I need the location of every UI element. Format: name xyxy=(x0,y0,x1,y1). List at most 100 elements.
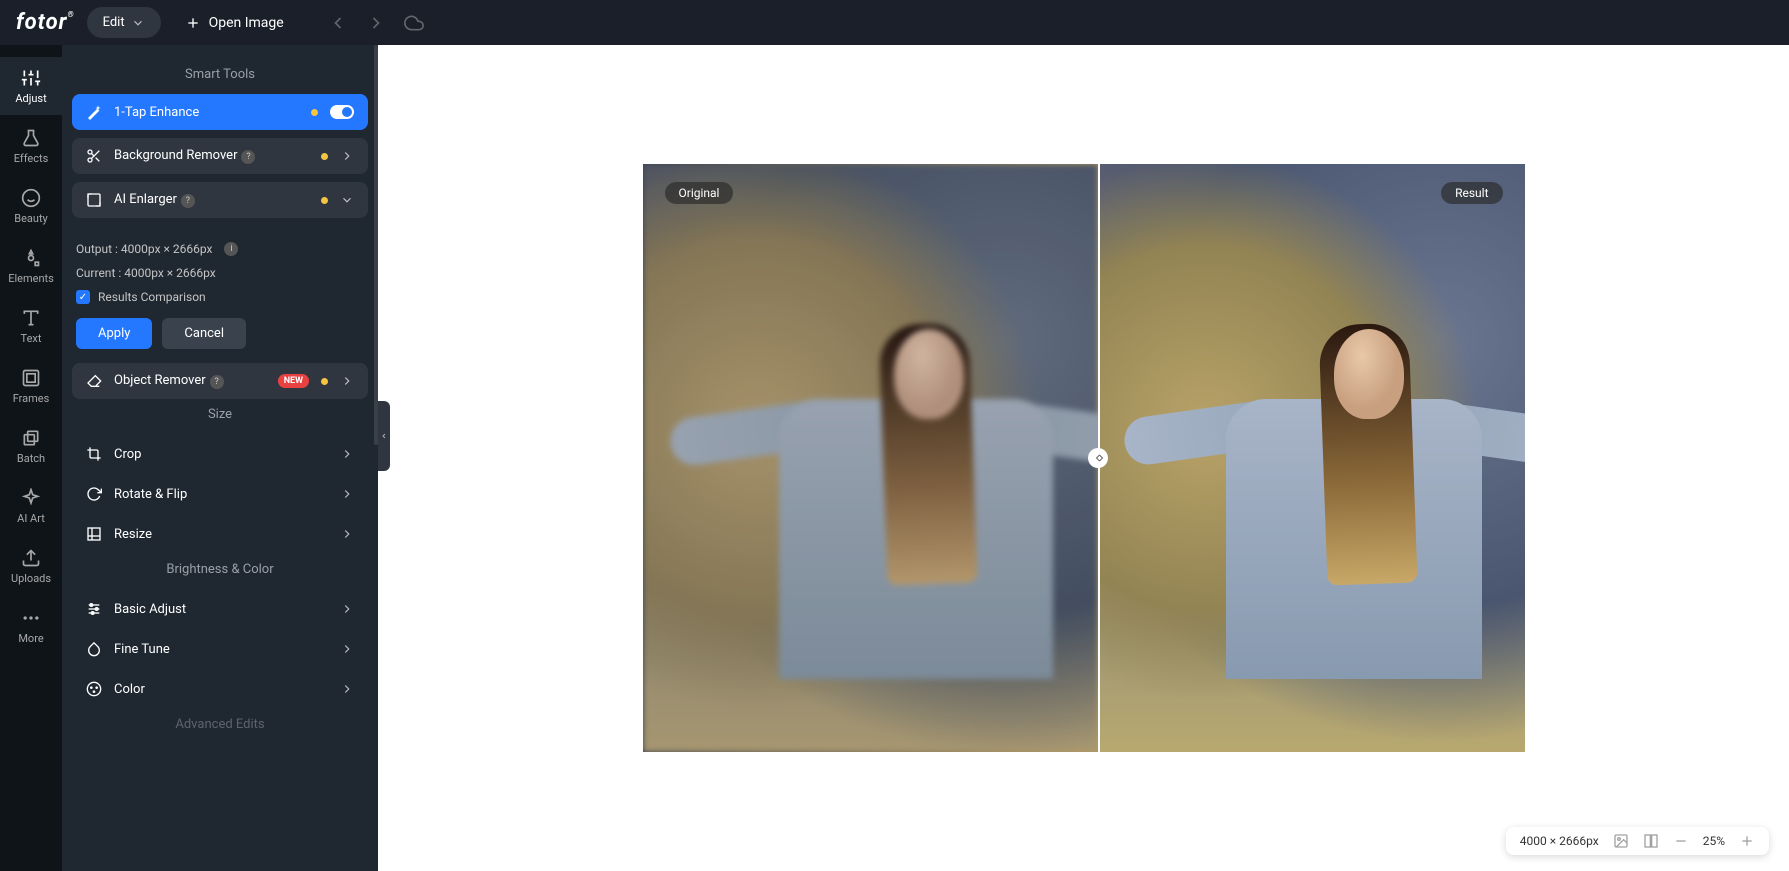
tool-1tap-enhance[interactable]: 1-Tap Enhance xyxy=(72,94,368,130)
fine-tune-label: Fine Tune xyxy=(114,642,328,657)
premium-dot-icon xyxy=(321,197,328,204)
section-size: Size xyxy=(72,407,368,422)
drag-icon xyxy=(1092,452,1104,464)
cancel-button[interactable]: Cancel xyxy=(162,318,246,349)
premium-dot-icon xyxy=(321,153,328,160)
zoom-in-icon[interactable] xyxy=(1739,833,1755,849)
tool-resize[interactable]: Resize xyxy=(72,514,368,554)
premium-dot-icon xyxy=(311,109,318,116)
section-advanced: Advanced Edits xyxy=(72,717,368,732)
expand-icon xyxy=(86,192,102,208)
rail-ai-art[interactable]: AI Art xyxy=(0,477,62,535)
original-label: Original xyxy=(665,182,734,204)
frame-icon xyxy=(21,368,41,388)
logo: fotor® xyxy=(16,10,75,35)
premium-dot-icon xyxy=(321,378,328,385)
eraser-icon xyxy=(86,373,102,389)
resize-label: Resize xyxy=(114,527,328,542)
enlarger-panel: Output : 4000px × 2666pxi Current : 4000… xyxy=(72,226,368,363)
tool-ai-enlarger[interactable]: AI Enlarger? xyxy=(72,182,368,218)
sliders-icon xyxy=(86,601,102,617)
result-label: Result xyxy=(1441,182,1502,204)
tool-bg-remover[interactable]: Background Remover? xyxy=(72,138,368,174)
help-icon[interactable]: ? xyxy=(210,375,224,389)
tool-basic-adjust[interactable]: Basic Adjust xyxy=(72,589,368,629)
top-bar: fotor® Edit Open Image xyxy=(0,0,1789,45)
rail-more[interactable]: More xyxy=(0,597,62,655)
open-image-button[interactable]: Open Image xyxy=(173,7,296,39)
canvas[interactable]: Original Result 4000 × 2666px 25% xyxy=(378,45,1789,871)
smile-icon xyxy=(21,188,41,208)
undo-icon[interactable] xyxy=(328,13,348,33)
cloud-icon[interactable] xyxy=(404,13,424,33)
plus-icon xyxy=(185,15,201,31)
rail-text[interactable]: Text xyxy=(0,297,62,355)
chevron-down-icon xyxy=(131,16,145,30)
comparison-slider[interactable] xyxy=(1088,448,1108,468)
crop-label: Crop xyxy=(114,447,328,462)
sidebar: Smart Tools 1-Tap Enhance Background Rem… xyxy=(62,45,378,871)
collapse-panel-button[interactable] xyxy=(378,401,390,471)
chevron-right-icon xyxy=(340,602,354,616)
zoom-out-icon[interactable] xyxy=(1673,833,1689,849)
output-size-row: Output : 4000px × 2666pxi xyxy=(76,242,364,256)
chevron-right-icon xyxy=(340,487,354,501)
drop-icon xyxy=(86,641,102,657)
palette-icon xyxy=(86,681,102,697)
rail-batch[interactable]: Batch xyxy=(0,417,62,475)
rail-beauty[interactable]: Beauty xyxy=(0,177,62,235)
chevron-right-icon xyxy=(340,682,354,696)
upload-icon xyxy=(21,548,41,568)
enlarger-label: AI Enlarger? xyxy=(114,192,309,208)
compare-icon[interactable] xyxy=(1643,833,1659,849)
result-image xyxy=(1099,164,1525,752)
rotate-icon xyxy=(86,486,102,502)
chevron-right-icon xyxy=(340,149,354,163)
results-compare-row[interactable]: ✓ Results Comparison xyxy=(76,290,364,304)
sparkle-icon xyxy=(21,488,41,508)
fit-icon[interactable] xyxy=(1613,833,1629,849)
dots-icon xyxy=(21,608,41,628)
chevron-left-icon xyxy=(380,430,388,442)
crop-icon xyxy=(86,446,102,462)
tool-object-remover[interactable]: Object Remover? NEW xyxy=(72,363,368,399)
rail-adjust[interactable]: Adjust xyxy=(0,57,62,115)
enhance-label: 1-Tap Enhance xyxy=(114,105,299,120)
sliders-icon xyxy=(21,68,41,88)
rail-effects[interactable]: Effects xyxy=(0,117,62,175)
color-label: Color xyxy=(114,682,328,697)
checkbox-icon[interactable]: ✓ xyxy=(76,290,90,304)
tool-rotate[interactable]: Rotate & Flip xyxy=(72,474,368,514)
help-icon[interactable]: ? xyxy=(181,194,195,208)
tool-color[interactable]: Color xyxy=(72,669,368,709)
chevron-right-icon xyxy=(340,642,354,656)
image-dimensions: 4000 × 2666px xyxy=(1520,834,1599,848)
chevron-right-icon xyxy=(340,527,354,541)
original-image xyxy=(643,164,1099,752)
resize-icon xyxy=(86,526,102,542)
new-badge: NEW xyxy=(278,374,309,388)
tool-fine-tune[interactable]: Fine Tune xyxy=(72,629,368,669)
image-comparison[interactable]: Original Result xyxy=(643,164,1525,752)
tool-crop[interactable]: Crop xyxy=(72,434,368,474)
enhance-toggle[interactable] xyxy=(330,105,354,119)
shapes-icon xyxy=(21,248,41,268)
rail-elements[interactable]: Elements xyxy=(0,237,62,295)
redo-icon[interactable] xyxy=(366,13,386,33)
rail-uploads[interactable]: Uploads xyxy=(0,537,62,595)
bg-remover-label: Background Remover? xyxy=(114,148,309,164)
info-icon[interactable]: i xyxy=(224,242,238,256)
scissors-icon xyxy=(86,148,102,164)
rail-frames[interactable]: Frames xyxy=(0,357,62,415)
edit-dropdown[interactable]: Edit xyxy=(87,7,161,38)
chevron-right-icon xyxy=(340,374,354,388)
left-rail: Adjust Effects Beauty Elements Text Fram… xyxy=(0,45,62,871)
apply-button[interactable]: Apply xyxy=(76,318,152,349)
current-size-row: Current : 4000px × 2666px xyxy=(76,266,364,280)
text-icon xyxy=(21,308,41,328)
layers-icon xyxy=(21,428,41,448)
zoom-level: 25% xyxy=(1703,834,1725,848)
help-icon[interactable]: ? xyxy=(241,150,255,164)
chevron-down-icon xyxy=(340,193,354,207)
section-brightness: Brightness & Color xyxy=(72,562,368,577)
